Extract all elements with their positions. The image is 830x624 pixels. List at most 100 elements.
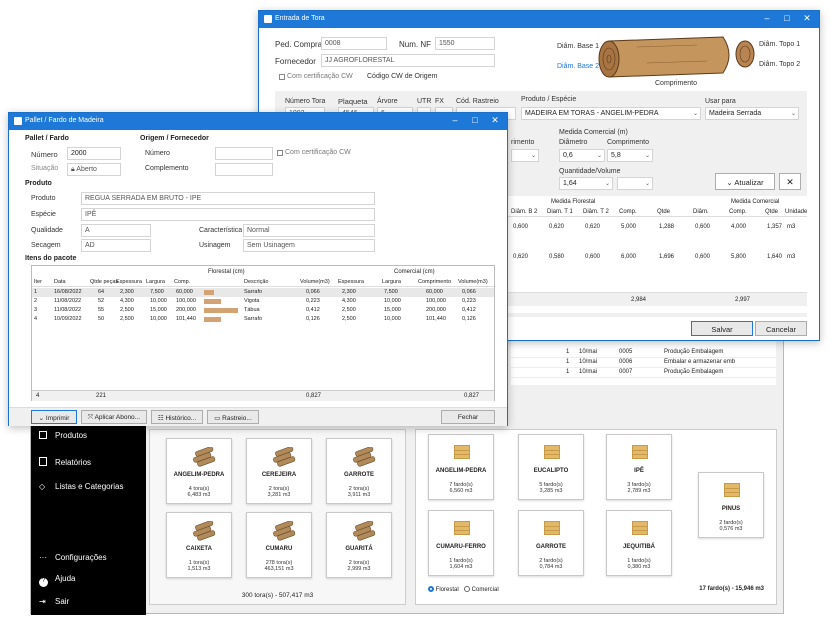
usar-para-select[interactable]: Madeira Serrada bbox=[705, 107, 799, 120]
table-row[interactable]: 0,600 0,620 0,620 5,000 1,288 0,600 4,000 1,357… bbox=[507, 222, 807, 234]
column-header[interactable]: Espessura bbox=[116, 279, 142, 285]
column-header[interactable]: Comprimento bbox=[418, 279, 451, 285]
produto-input[interactable]: REGUA SERRADA EM BRUTO - IPE bbox=[81, 192, 375, 205]
pallet-species-name: JEQUITIBÁ bbox=[622, 544, 655, 550]
species-name: CAIXETA bbox=[186, 546, 212, 552]
imprimir-button[interactable]: ⌄ Imprimir bbox=[31, 410, 77, 424]
table-cell: 10,000 bbox=[150, 316, 167, 322]
close-icon[interactable]: ✕ bbox=[797, 13, 817, 24]
cancelar-button[interactable]: Cancelar bbox=[755, 321, 807, 336]
caracteristica-input[interactable]: Normal bbox=[243, 224, 375, 237]
fechar-button[interactable]: Fechar bbox=[441, 410, 495, 424]
cert-checkbox[interactable] bbox=[279, 74, 285, 80]
column-header[interactable]: Qtde bbox=[657, 209, 670, 215]
pallet-card[interactable]: CUMARU-FERRO 1 fardo(s) 1,604 m3 bbox=[428, 510, 494, 576]
column-header[interactable]: Unidade bbox=[785, 209, 807, 215]
sidebar-item-configuracoes[interactable]: ··· Configurações bbox=[39, 553, 107, 562]
aplicar-abono-button[interactable]: ⤧ Aplicar Abono... bbox=[81, 410, 147, 424]
column-header[interactable]: Diâm. B 2 bbox=[511, 209, 537, 215]
table-row[interactable]: 3 11/08/2022 55 2,500 15,000 200,000 Tábua 0,41… bbox=[32, 306, 494, 315]
maximize-icon[interactable]: □ bbox=[465, 115, 485, 125]
minimize-icon[interactable]: – bbox=[445, 115, 465, 125]
sidebar-item-ajuda[interactable]: ? Ajuda bbox=[39, 574, 75, 587]
list-item[interactable]: 1 10/mai 0006 Embalar e armazenar emb bbox=[511, 359, 776, 368]
column-header[interactable]: Comp. bbox=[729, 209, 747, 215]
column-header[interactable]: Diâm. T 2 bbox=[583, 209, 609, 215]
numero-input[interactable]: 2000 bbox=[67, 147, 121, 160]
plaqueta-label: Plaqueta bbox=[338, 97, 368, 106]
num-nf-input[interactable]: 1550 bbox=[435, 37, 495, 50]
pallet-card[interactable]: EUCALIPTO 5 fardo(s) 3,285 m3 bbox=[518, 434, 584, 500]
secagem-input[interactable]: AD bbox=[81, 239, 151, 252]
species-card[interactable]: CUMARU 278 tora(s) 463,151 m3 bbox=[246, 512, 312, 578]
pallet-card[interactable]: JEQUITIBÁ 1 fardo(s) 0,380 m3 bbox=[606, 510, 672, 576]
itens-table: Florestal (cm) Comercial (cm) Iter Data Qt… bbox=[31, 265, 495, 401]
clear-button[interactable]: ✕ bbox=[779, 173, 801, 190]
sidebar-item-relatorios[interactable]: Relatórios bbox=[39, 457, 91, 467]
cert-checkbox[interactable] bbox=[277, 150, 283, 156]
section-pallet-fardo: Pallet / Fardo bbox=[25, 135, 69, 142]
title-bar: Entrada de Tora – □ ✕ bbox=[259, 11, 819, 28]
table-cell: 100,000 bbox=[426, 298, 446, 304]
column-header[interactable]: Data bbox=[54, 279, 66, 285]
column-header[interactable]: Iter bbox=[34, 279, 42, 285]
rastreio-button[interactable]: ▭ Rastreio... bbox=[207, 410, 259, 424]
origem-numero-input[interactable] bbox=[215, 147, 273, 160]
pallet-card[interactable]: IPÊ 3 fardo(s) 2,789 m3 bbox=[606, 434, 672, 500]
minimize-icon[interactable]: – bbox=[757, 13, 777, 23]
column-header[interactable]: Volume(m3) bbox=[300, 279, 330, 285]
complemento-input[interactable] bbox=[215, 163, 273, 176]
chevron-down-icon: ⌄ bbox=[38, 415, 46, 422]
usinagem-input[interactable]: Sem Usinagem bbox=[243, 239, 375, 252]
produto-label: Produto bbox=[31, 195, 56, 202]
list-item[interactable]: 1 10/mai 0007 Produção Embalagem bbox=[511, 369, 776, 378]
column-header[interactable]: Qtde bbox=[765, 209, 778, 215]
chevron-down-icon: ⌄ bbox=[693, 111, 699, 117]
pallet-card[interactable]: GARROTE 2 fardo(s) 0,784 m3 bbox=[518, 510, 584, 576]
species-card[interactable]: CEREJEIRA 2 tora(s) 3,281 m3 bbox=[246, 438, 312, 504]
column-header[interactable]: Largura bbox=[146, 279, 165, 285]
species-card[interactable]: CAIXETA 1 tora(s) 1,513 m3 bbox=[166, 512, 232, 578]
app-icon bbox=[14, 117, 22, 125]
column-header[interactable]: Diâm. bbox=[693, 209, 709, 215]
radio-florestal-label: Florestal bbox=[435, 587, 459, 593]
ped-compra-input[interactable]: 0008 bbox=[321, 37, 387, 50]
list-item[interactable]: 1 10/mai 0005 Produção Embalagem bbox=[511, 349, 776, 358]
column-header[interactable]: Largura bbox=[382, 279, 401, 285]
produto-especie-select[interactable]: MADEIRA EM TORAS - ANGELIM-PEDRA bbox=[521, 107, 701, 120]
close-icon[interactable]: ✕ bbox=[485, 115, 505, 126]
table-row[interactable]: 1 16/08/2022 64 2,300 7,500 60,000 Sarrafo 0,06… bbox=[32, 288, 494, 297]
column-header[interactable]: Comp. bbox=[174, 279, 190, 285]
radio-florestal[interactable]: Florestal bbox=[428, 586, 459, 593]
species-card[interactable]: GUARITÁ 2 tora(s) 2,999 m3 bbox=[326, 512, 392, 578]
fornecedor-input[interactable]: JJ AGROFLORESTAL bbox=[321, 54, 495, 67]
radio-comercial[interactable]: Comercial bbox=[464, 586, 499, 593]
pallet-card[interactable]: PINUS 2 fardo(s) 0,576 m3 bbox=[698, 472, 764, 538]
especie-input[interactable]: IPÊ bbox=[81, 208, 375, 221]
sidebar-item-listas[interactable]: ◇ Listas e Categorias bbox=[39, 482, 123, 491]
table-row[interactable]: 2 11/08/2022 52 4,300 10,000 100,000 Vigota 0,2… bbox=[32, 297, 494, 306]
caracteristica-label: Característica bbox=[199, 227, 243, 234]
table-row[interactable]: 0,620 0,580 0,600 6,000 1,696 0,600 5,800 1,640… bbox=[507, 252, 807, 264]
species-name: CUMARU bbox=[265, 546, 293, 552]
historico-button[interactable]: ☷ Histórico... bbox=[151, 410, 203, 424]
column-header[interactable]: Comp. bbox=[619, 209, 637, 215]
salvar-button[interactable]: Salvar bbox=[691, 321, 753, 336]
column-header[interactable]: Diam. T 1 bbox=[547, 209, 573, 215]
table-row[interactable]: 4 10/09/2022 50 2,500 10,000 101,440 Sarrafo 0,… bbox=[32, 315, 494, 324]
column-header[interactable]: Descrição bbox=[244, 279, 268, 285]
maximize-icon[interactable]: □ bbox=[777, 13, 797, 23]
sidebar-item-produtos[interactable]: Produtos bbox=[39, 431, 87, 440]
qualidade-input[interactable]: A bbox=[81, 224, 151, 237]
column-header[interactable]: Espessura bbox=[338, 279, 364, 285]
species-card[interactable]: GARROTE 2 tora(s) 3,911 m3 bbox=[326, 438, 392, 504]
atualizar-button[interactable]: ⌄ Atualizar bbox=[715, 173, 775, 190]
diam-base2-label: Diâm. Base 2 bbox=[557, 63, 600, 70]
species-card[interactable]: ANGELIM-PEDRA 4 tora(s) 6,483 m3 bbox=[166, 438, 232, 504]
pallet-icon bbox=[724, 483, 740, 497]
log-stack-icon bbox=[353, 521, 376, 541]
sidebar-item-sair[interactable]: ⇥ Sair bbox=[39, 597, 69, 606]
column-header[interactable]: Qtde peças bbox=[90, 279, 118, 285]
column-header[interactable]: Volume(m3) bbox=[458, 279, 488, 285]
pallet-card[interactable]: ANGELIM-PEDRA 7 fardo(s) 6,560 m3 bbox=[428, 434, 494, 500]
